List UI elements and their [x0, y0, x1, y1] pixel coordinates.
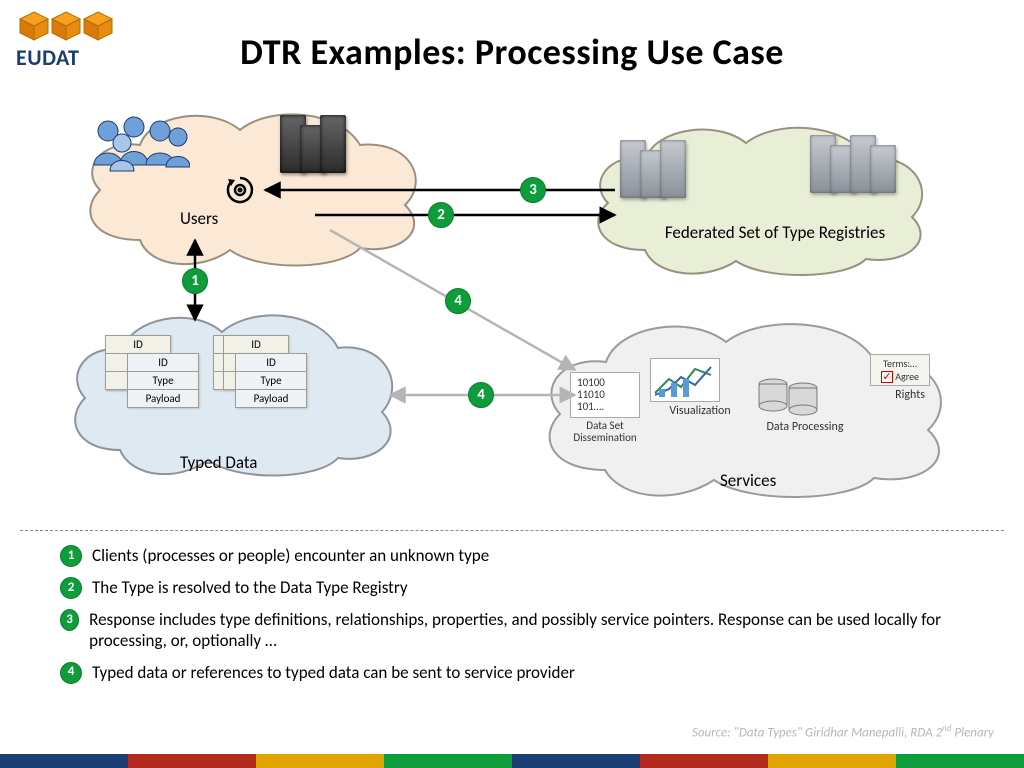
arrow-badge-3: 3	[520, 177, 546, 203]
arrow-badge-4a: 4	[445, 288, 471, 314]
legend-item: 2 The Type is resolved to the Data Type …	[60, 577, 984, 599]
legend-list: 1 Clients (processes or people) encounte…	[60, 545, 984, 694]
services-cloud: Services 10100 11010 101…. Data Set Diss…	[530, 310, 970, 510]
source-citation: Source: "Data Types" Giridhar Manepalli,…	[692, 723, 994, 740]
visualization-chart-icon	[650, 358, 720, 402]
terms-box: Terms:… ✓ Agree	[870, 354, 930, 386]
users-cloud-label: Users	[180, 208, 218, 229]
card-id: ID	[128, 354, 198, 372]
arrow-badge-4b: 4	[468, 382, 494, 408]
dataset-bits-box: 10100 11010 101….	[570, 372, 640, 418]
refresh-icon	[225, 175, 255, 212]
dataprocessing-db-icon	[755, 376, 855, 418]
services-cloud-label: Services	[720, 470, 776, 491]
arrow-badge-1: 1	[182, 268, 208, 294]
legend-item: 1 Clients (processes or people) encounte…	[60, 545, 984, 567]
footer-color-bar	[0, 754, 1024, 768]
users-servers-icon	[280, 115, 340, 173]
typed-data-cloud-label: Typed Data	[180, 452, 257, 473]
dataset-label: Data Set Dissemination	[570, 420, 640, 444]
visualization-label: Visualization	[650, 404, 750, 418]
agree-check-icon: ✓	[881, 371, 893, 383]
typed-data-cards: IDTP IDTP ID Type Payload IDTP IDTP ID T…	[105, 335, 315, 455]
legend-item: 4 Typed data or references to typed data…	[60, 662, 984, 684]
registries-servers-a-icon	[620, 140, 680, 198]
users-people-icon	[90, 115, 190, 190]
registries-cloud-label: Federated Set of Type Registries	[660, 223, 890, 243]
legend-badge: 1	[60, 545, 82, 567]
card-type: Type	[128, 372, 198, 390]
slide-title: DTR Examples: Processing Use Case	[0, 30, 1024, 74]
card-payload: Payload	[128, 390, 198, 407]
dataprocessing-label: Data Processing	[755, 420, 855, 434]
registries-servers-b-icon	[810, 135, 890, 193]
section-divider	[20, 530, 1004, 531]
legend-text: Clients (processes or people) encounter …	[92, 545, 489, 566]
legend-item: 3 Response includes type definitions, re…	[60, 609, 984, 652]
arrow-badge-2: 2	[428, 202, 454, 228]
rights-label: Rights	[870, 388, 950, 402]
